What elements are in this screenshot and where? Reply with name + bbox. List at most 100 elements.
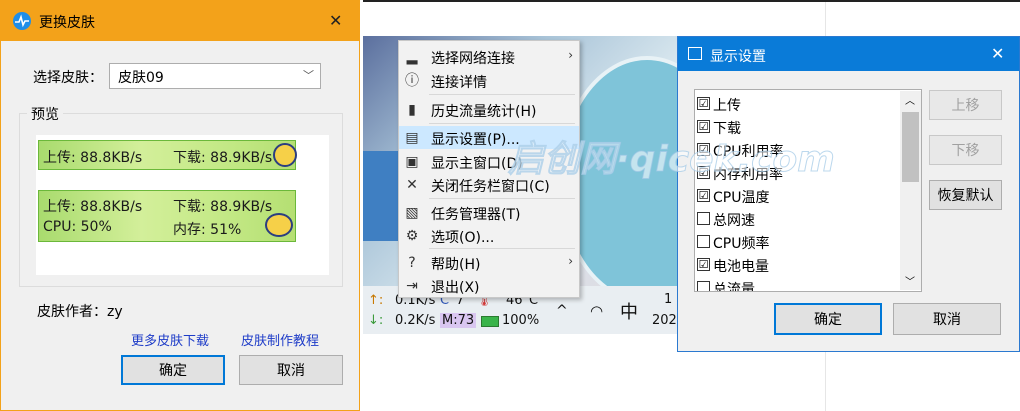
close-icon: ✕ (406, 177, 418, 193)
skin-dialog-title: 更换皮肤 (39, 15, 95, 31)
window-icon: ▣ (405, 154, 419, 170)
bee-icon (265, 213, 293, 237)
skin-preview-double: 上传: 88.8KB/s 下载: 88.9KB/s CPU: 50% 内存: 5… (38, 190, 296, 242)
settings-window-icon (688, 47, 702, 60)
ime-indicator[interactable]: 中 (620, 298, 638, 324)
menu-item-task-manager[interactable]: ▧ 任务管理器(T) (399, 201, 579, 224)
display-settings-titlebar[interactable]: 显示设置 ✕ (678, 37, 1019, 71)
menu-item-label: 任务管理器(T) (431, 207, 521, 223)
menu-item-label: 历史流量统计(H) (431, 104, 537, 120)
move-down-button[interactable]: 下移 (929, 135, 1002, 165)
move-up-button[interactable]: 上移 (929, 90, 1002, 120)
checkbox[interactable] (697, 235, 710, 248)
top-border (363, 0, 1020, 2)
upload-arrow: ↑: (368, 293, 384, 308)
preview-area: 上传: 88.8KB/s 下载: 88.9KB/s 上传: 88.8KB/s 下… (36, 135, 329, 275)
preview2-cpu-text: CPU: 50% (43, 219, 112, 235)
chevron-right-icon: › (568, 48, 573, 62)
cancel-button[interactable]: 取消 (893, 303, 1001, 335)
preview2-download-text: 下载: 88.9KB/s (173, 199, 273, 215)
list-item-label: 电池电量 (713, 259, 769, 275)
checkbox[interactable]: ☑ (697, 189, 710, 202)
display-settings-dialog: 显示设置 ✕ ☑ 上传 ☑ 下载 ☑ CPU利用率 ☑ 内存利用率 ☑ CPU温… (677, 36, 1020, 352)
scrollbar-thumb[interactable] (902, 112, 919, 182)
menu-item-select-network[interactable]: ▂ 选择网络连接 › (399, 45, 579, 68)
skin-author: 皮肤作者：zy (37, 304, 123, 320)
gear-icon: ⚙ (405, 228, 419, 244)
tray-download-speed: 0.2K/s (395, 313, 436, 328)
ok-button[interactable]: 确定 (121, 355, 225, 385)
task-manager-icon: ▧ (405, 205, 419, 221)
ok-button[interactable]: 确定 (774, 303, 882, 335)
chevron-down-icon: ﹀ (303, 69, 314, 82)
skin-preview-single: 上传: 88.8KB/s 下载: 88.9KB/s (38, 140, 297, 170)
scroll-up-icon[interactable]: ︿ (905, 92, 915, 107)
list-item[interactable]: ☑ 上传 (695, 92, 900, 116)
list-item[interactable]: 总网速 (695, 207, 900, 231)
preview2-upload-text: 上传: 88.8KB/s (43, 199, 143, 215)
checkbox[interactable] (697, 281, 710, 291)
menu-item-exit[interactable]: ⇥ 退出(X) (399, 274, 579, 297)
menu-separator (429, 198, 575, 199)
skin-tutorial-link[interactable]: 皮肤制作教程 (241, 330, 319, 349)
menu-item-label: 显示设置(P)... (431, 132, 520, 148)
tray-caret-icon[interactable]: ^ (556, 303, 568, 319)
clock-date[interactable]: 202 (652, 313, 677, 328)
exit-icon: ⇥ (406, 278, 418, 294)
close-icon[interactable]: ✕ (991, 44, 1004, 63)
menu-item-history-traffic[interactable]: ▮ 历史流量统计(H) (399, 98, 579, 121)
help-icon: ? (408, 255, 416, 271)
checkbox[interactable]: ☑ (697, 258, 710, 271)
close-icon[interactable]: ✕ (329, 11, 342, 30)
chart-icon: ▮ (408, 102, 416, 118)
bee-icon (273, 143, 297, 167)
scroll-down-icon[interactable]: ﹀ (905, 273, 915, 288)
preview-upload-text: 上传: 88.8KB/s (43, 150, 143, 166)
display-settings-title: 显示设置 (710, 49, 766, 65)
menu-separator (429, 248, 575, 249)
download-arrow: ↓: (368, 313, 384, 328)
preview-label: 预览 (27, 104, 63, 124)
list-item[interactable]: ☑ CPU温度 (695, 184, 900, 208)
skin-select-value: 皮肤09 (118, 70, 164, 86)
tray-memory: M:73 (440, 313, 477, 328)
display-items-list[interactable]: ☑ 上传 ☑ 下载 ☑ CPU利用率 ☑ 内存利用率 ☑ CPU温度 总网速 C… (694, 89, 922, 292)
display-icon: ▤ (405, 130, 419, 146)
more-skins-link[interactable]: 更多皮肤下载 (131, 330, 209, 349)
list-item-label: 上传 (713, 98, 741, 114)
list-item-label: 总网速 (713, 213, 755, 229)
menu-item-connection-details[interactable]: ⓘ 连接详情 (399, 69, 579, 92)
restore-default-button[interactable]: 恢复默认 (929, 180, 1002, 210)
list-item-label: CPU频率 (713, 236, 770, 252)
list-item[interactable]: CPU频率 (695, 230, 900, 254)
menu-item-help[interactable]: ? 帮助(H) › (399, 251, 579, 274)
menu-separator (429, 94, 575, 95)
list-item[interactable]: ☑ 电池电量 (695, 253, 900, 277)
chevron-right-icon: › (568, 254, 573, 268)
app-logo-icon (13, 12, 31, 30)
menu-item-label: 退出(X) (431, 280, 480, 296)
skin-select[interactable]: 皮肤09 ﹀ (109, 63, 321, 89)
list-item-label: CPU温度 (713, 190, 770, 206)
menu-separator (429, 123, 575, 124)
wifi-icon[interactable]: ◠ (590, 302, 603, 320)
info-icon: ⓘ (405, 73, 419, 89)
menu-item-label: 选择网络连接 (431, 51, 515, 67)
battery-icon (481, 316, 499, 327)
checkbox[interactable] (697, 212, 710, 225)
list-item-label: 总流量 (713, 282, 755, 292)
select-skin-label: 选择皮肤： (33, 70, 103, 86)
checkbox[interactable]: ☑ (697, 97, 710, 110)
clock-time[interactable]: 1 (664, 292, 672, 307)
skin-dialog: 更换皮肤 ✕ 选择皮肤： 皮肤09 ﹀ 预览 上传: 88.8KB/s 下载: … (0, 0, 360, 411)
tray-battery: 100% (502, 313, 540, 328)
menu-item-label: 选项(O)... (431, 230, 495, 246)
cancel-button[interactable]: 取消 (239, 355, 343, 385)
menu-item-label: 连接详情 (431, 75, 487, 91)
preview-download-text: 下载: 88.9KB/s (173, 150, 273, 166)
menu-item-options[interactable]: ⚙ 选项(O)... (399, 224, 579, 247)
preview2-mem-text: 内存: 51% (173, 222, 242, 238)
watermark: 启创网·qicek.com (508, 139, 836, 181)
skin-titlebar[interactable]: 更换皮肤 ✕ (1, 1, 359, 41)
list-item[interactable]: 总流量 (695, 276, 900, 292)
